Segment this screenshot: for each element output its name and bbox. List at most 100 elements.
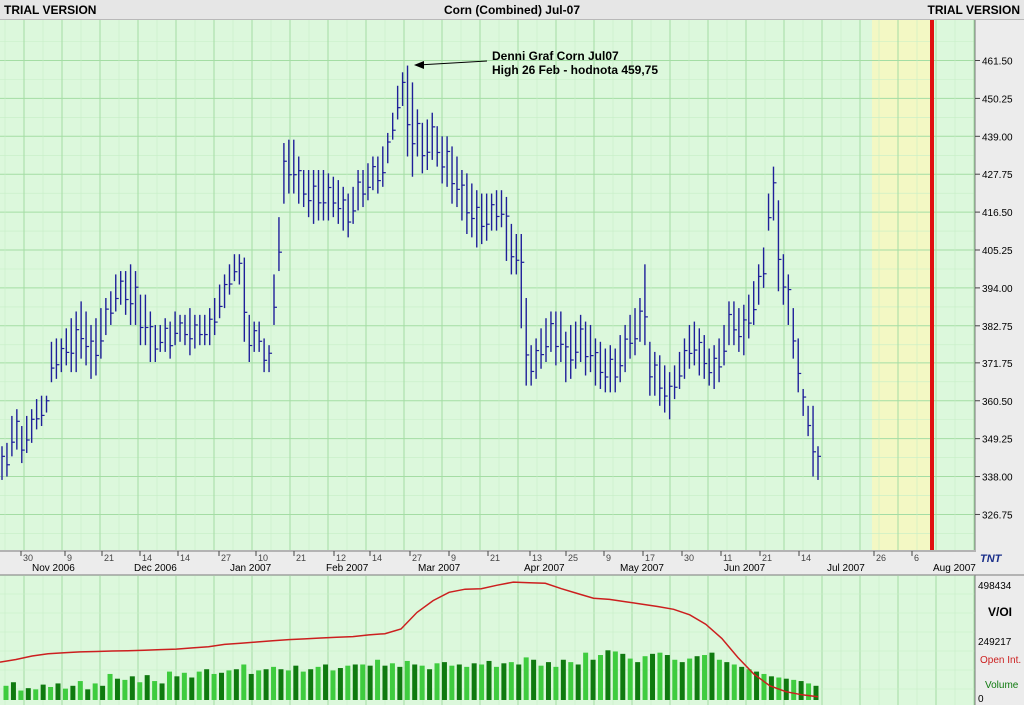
volume-bar xyxy=(315,666,321,700)
volume-bar xyxy=(92,683,98,700)
volume-bar xyxy=(694,656,700,700)
date-day-label: 27 xyxy=(221,553,231,563)
volume-bar xyxy=(427,669,433,700)
volume-bar xyxy=(657,652,663,700)
volume-bar xyxy=(174,676,180,700)
volume-bar xyxy=(404,660,410,700)
price-tick-label: 405.25 xyxy=(982,246,1013,257)
volume-bar xyxy=(583,652,589,700)
date-day-label: 14 xyxy=(801,553,811,563)
date-month-label: Nov 2006 xyxy=(32,563,75,574)
volume-bar xyxy=(523,657,529,700)
date-day-label: 21 xyxy=(762,553,772,563)
volume-bar xyxy=(464,666,470,700)
date-month-label: Jul 2007 xyxy=(827,563,865,574)
date-day-label: 21 xyxy=(104,553,114,563)
date-month-label: Dec 2006 xyxy=(134,563,177,574)
volume-bar xyxy=(352,664,358,700)
price-tick-label: 360.50 xyxy=(982,397,1013,408)
volume-bar xyxy=(70,685,76,700)
volume-bar xyxy=(55,683,61,700)
date-day-label: 21 xyxy=(490,553,500,563)
volume-bar xyxy=(271,666,277,700)
volume-bar xyxy=(122,679,128,700)
date-day-label: 30 xyxy=(684,553,694,563)
date-day-label: 26 xyxy=(876,553,886,563)
volume-bar xyxy=(3,685,9,700)
volume-bar xyxy=(233,669,239,700)
date-month-label: Feb 2007 xyxy=(326,563,369,574)
volume-bar xyxy=(479,664,485,700)
volume-bar xyxy=(181,672,187,700)
date-month-label: Jun 2007 xyxy=(724,563,766,574)
volume-bar xyxy=(456,664,462,700)
date-day-label: 27 xyxy=(412,553,422,563)
volume-bar xyxy=(152,681,158,700)
volume-bar xyxy=(650,653,656,700)
price-tick-label: 338.00 xyxy=(982,473,1013,484)
volume-bar xyxy=(382,665,388,700)
volume-bar xyxy=(25,688,31,700)
volume-bar xyxy=(204,669,210,700)
volume-bar xyxy=(679,662,685,700)
volume-bar xyxy=(10,682,16,700)
volume-bar xyxy=(642,656,648,700)
volume-bar xyxy=(33,689,39,700)
date-day-label: 6 xyxy=(914,553,919,563)
volume-bar xyxy=(590,659,596,700)
volume-bar xyxy=(18,690,24,700)
volume-bar xyxy=(471,663,477,700)
volume-bar xyxy=(568,662,574,700)
annotation-line-2: High 26 Feb - hodnota 459,75 xyxy=(492,63,658,77)
price-tick-label: 394.00 xyxy=(982,284,1013,295)
lower-tick-top: 498434 xyxy=(978,581,1012,592)
volume-bar xyxy=(85,689,91,700)
volume-bar xyxy=(635,662,641,700)
tnt-logo: TNT xyxy=(980,553,1003,565)
volume-bar xyxy=(434,663,440,700)
price-tick-label: 439.00 xyxy=(982,132,1013,143)
volume-bar xyxy=(226,670,232,700)
volume-bar xyxy=(219,672,225,700)
volume-bar xyxy=(761,673,767,700)
volume-bar xyxy=(137,682,143,700)
date-day-label: 12 xyxy=(336,553,346,563)
volume-bar xyxy=(114,678,120,700)
volume-bar xyxy=(256,670,262,700)
volume-label: Volume xyxy=(985,680,1019,691)
date-day-label: 14 xyxy=(180,553,190,563)
date-day-label: 11 xyxy=(723,553,732,563)
volume-bar xyxy=(166,671,172,700)
price-tick-label: 461.50 xyxy=(982,57,1013,68)
date-month-label: May 2007 xyxy=(620,563,664,574)
volume-bar xyxy=(323,664,329,700)
volume-bar xyxy=(40,684,46,700)
volume-bar xyxy=(100,685,106,700)
volume-bar xyxy=(627,658,633,700)
volume-bar xyxy=(597,655,603,700)
volume-bar xyxy=(293,665,299,700)
volume-bar xyxy=(508,662,514,700)
lower-tick-zero: 0 xyxy=(978,694,984,705)
volume-bar xyxy=(791,679,797,700)
volume-bar xyxy=(724,662,730,700)
volume-bar xyxy=(211,673,217,700)
price-panel xyxy=(0,20,975,550)
open-int-label: Open Int. xyxy=(980,655,1021,666)
chart-window: TRIAL VERSION Corn (Combined) Jul-07 TRI… xyxy=(0,0,1024,705)
volume-bar xyxy=(159,683,165,700)
future-shaded-zone xyxy=(872,20,932,550)
volume-bar xyxy=(739,666,745,700)
volume-bar xyxy=(367,665,373,700)
price-tick-label: 349.25 xyxy=(982,435,1013,446)
price-tick-label: 427.75 xyxy=(982,170,1013,181)
volume-bar xyxy=(107,673,113,700)
volume-bar xyxy=(560,659,566,700)
volume-bar xyxy=(389,663,395,700)
volume-bar xyxy=(330,670,336,700)
price-tick-label: 371.75 xyxy=(982,359,1013,370)
volume-bar xyxy=(664,655,670,700)
volume-bar xyxy=(129,676,135,700)
price-tick-label: 382.75 xyxy=(982,322,1013,333)
volume-bar xyxy=(768,676,774,700)
